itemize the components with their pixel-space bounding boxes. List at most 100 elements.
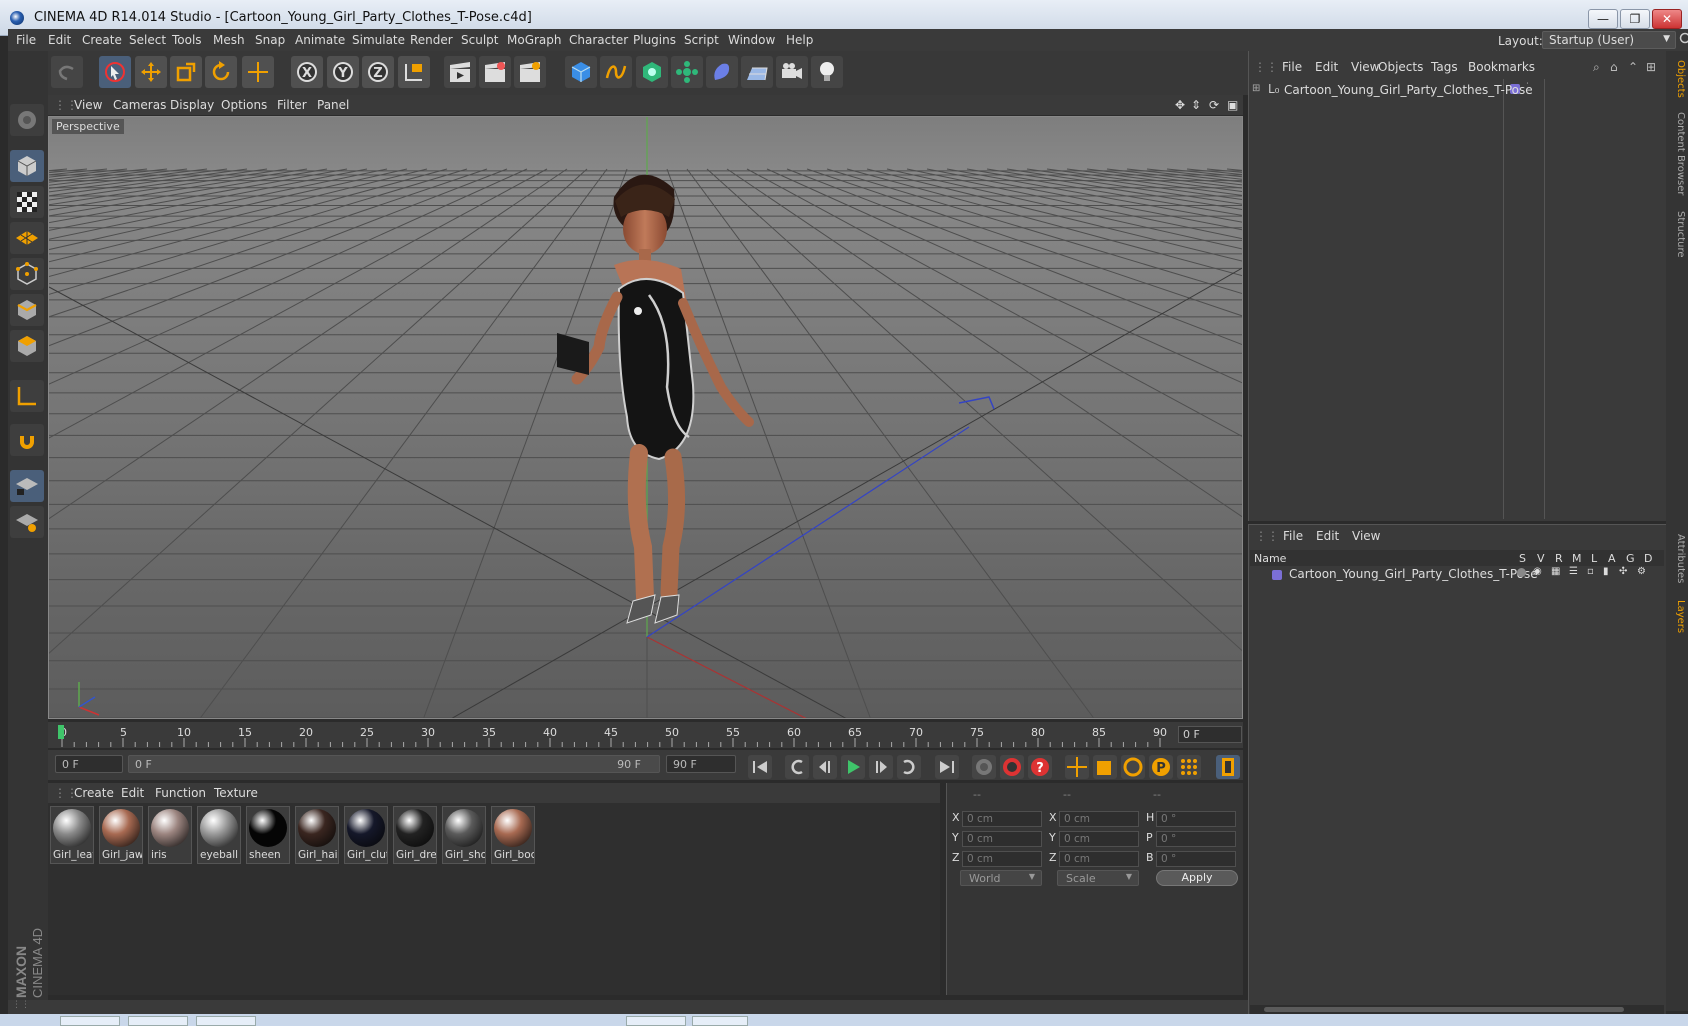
- coord-mode-select[interactable]: Scale ▼: [1057, 870, 1139, 886]
- material-menu-function[interactable]: Function: [155, 786, 206, 800]
- viewport-zoom-icon[interactable]: ⇕: [1191, 98, 1201, 112]
- drag-handle-icon[interactable]: ⋮⋮: [1255, 529, 1279, 543]
- timeline-ruler[interactable]: 0 5 10 15 20 25 30 35 40 45 50 55 60 65 …: [48, 722, 1243, 748]
- manager-toggle-icon[interactable]: ☰: [1569, 566, 1578, 577]
- workplane-lock-button[interactable]: [10, 470, 44, 502]
- key-parameter-button[interactable]: P: [1149, 755, 1173, 779]
- eye-icon[interactable]: ◉: [1533, 566, 1542, 577]
- new-panel-icon[interactable]: ⊞: [1646, 60, 1656, 74]
- menu-character[interactable]: Character: [569, 33, 628, 47]
- auto-keying-button[interactable]: [1000, 755, 1024, 779]
- material-swatch[interactable]: Girl_leat: [50, 806, 94, 864]
- layer-menu-file[interactable]: File: [1283, 529, 1303, 543]
- position-field[interactable]: 0 cm: [962, 851, 1042, 867]
- taskbar-item[interactable]: [626, 1016, 686, 1026]
- points-mode-button[interactable]: [10, 258, 44, 290]
- menu-snap[interactable]: Snap: [255, 33, 285, 47]
- object-name[interactable]: Cartoon_Young_Girl_Party_Clothes_T-Pose: [1284, 83, 1533, 97]
- close-button[interactable]: ✕: [1652, 9, 1682, 29]
- menu-plugins[interactable]: Plugins: [633, 33, 676, 47]
- side-tab-attributes[interactable]: Attributes: [1668, 529, 1686, 589]
- material-swatch[interactable]: Girl_boc: [491, 806, 535, 864]
- menu-select[interactable]: Select: [129, 33, 166, 47]
- material-menu-texture[interactable]: Texture: [214, 786, 258, 800]
- menu-help[interactable]: Help: [786, 33, 813, 47]
- y-axis-lock-button[interactable]: Y: [327, 56, 359, 88]
- menu-edit[interactable]: Edit: [48, 33, 71, 47]
- side-tab-objects[interactable]: Objects: [1668, 57, 1686, 101]
- object-menu-objects[interactable]: Objects: [1378, 60, 1423, 74]
- minimize-button[interactable]: —: [1588, 9, 1618, 29]
- layer-horizontal-scrollbar[interactable]: [1250, 1005, 1664, 1014]
- deformer-toggle-icon[interactable]: ⚙: [1637, 566, 1646, 577]
- menu-sculpt[interactable]: Sculpt: [461, 33, 498, 47]
- drag-handle-icon[interactable]: ⋮⋮: [1254, 60, 1278, 74]
- taskbar-item[interactable]: [692, 1016, 748, 1026]
- viewport-menu-view[interactable]: View: [74, 98, 102, 112]
- play-button[interactable]: [841, 755, 865, 779]
- add-cube-button[interactable]: [565, 56, 597, 88]
- snap-toggle-button[interactable]: [10, 424, 44, 456]
- make-editable-button[interactable]: [10, 104, 44, 136]
- menu-create[interactable]: Create: [82, 33, 122, 47]
- solo-toggle-icon[interactable]: [1517, 568, 1526, 577]
- viewport-maximize-icon[interactable]: ▣: [1227, 98, 1238, 112]
- go-to-end-button[interactable]: [935, 755, 959, 779]
- layer-col-view[interactable]: V: [1537, 552, 1545, 565]
- polygons-mode-button[interactable]: [10, 330, 44, 362]
- add-nurbs-button[interactable]: [636, 56, 668, 88]
- texture-mode-button[interactable]: [10, 186, 44, 218]
- add-deformer-button[interactable]: [706, 56, 738, 88]
- previous-frame-button[interactable]: [813, 755, 837, 779]
- render-picture-viewer-button[interactable]: [479, 56, 511, 88]
- add-light-button[interactable]: [811, 56, 843, 88]
- menu-simulate[interactable]: Simulate: [352, 33, 405, 47]
- layer-name[interactable]: Cartoon_Young_Girl_Party_Clothes_T-Pose: [1289, 567, 1538, 581]
- render-toggle-icon[interactable]: ▦: [1551, 566, 1560, 577]
- apply-button[interactable]: Apply: [1156, 870, 1238, 886]
- viewport-menu-filter[interactable]: Filter: [277, 98, 307, 112]
- live-selection-button[interactable]: [99, 56, 131, 88]
- material-menu-create[interactable]: Create: [74, 786, 114, 800]
- start-frame-field[interactable]: 0 F: [55, 755, 123, 773]
- go-to-start-button[interactable]: [748, 755, 772, 779]
- x-axis-lock-button[interactable]: X: [291, 56, 323, 88]
- rotation-field[interactable]: 0 °: [1156, 811, 1236, 827]
- keyframe-selection-button[interactable]: ?: [1028, 755, 1052, 779]
- layer-col-solo[interactable]: S: [1519, 552, 1526, 565]
- coord-space-select[interactable]: World ▼: [960, 870, 1042, 886]
- layer-col-generators[interactable]: G: [1626, 552, 1635, 565]
- search-icon[interactable]: ⌕: [1593, 60, 1600, 75]
- layer-col-deformers[interactable]: D: [1644, 552, 1652, 565]
- menu-window[interactable]: Window: [728, 33, 775, 47]
- next-key-button[interactable]: [897, 755, 921, 779]
- layer-col-render[interactable]: R: [1555, 552, 1563, 565]
- frame-range-slider[interactable]: 0 F 90 F: [128, 755, 660, 773]
- rotation-field[interactable]: 0 °: [1156, 831, 1236, 847]
- menu-file[interactable]: File: [16, 33, 36, 47]
- quantize-button[interactable]: [10, 506, 44, 538]
- animation-toggle-icon[interactable]: ▮: [1603, 566, 1609, 577]
- render-view-button[interactable]: [444, 56, 476, 88]
- workplane-mode-button[interactable]: [10, 222, 44, 254]
- add-floor-button[interactable]: [741, 56, 773, 88]
- viewport-menu-panel[interactable]: Panel: [317, 98, 349, 112]
- material-swatch[interactable]: Girl_hair: [295, 806, 339, 864]
- add-array-button[interactable]: [671, 56, 703, 88]
- viewport-menu-cameras[interactable]: Cameras: [113, 98, 166, 112]
- end-frame-field[interactable]: 90 F: [666, 755, 736, 773]
- material-swatch[interactable]: eyeball: [197, 806, 241, 864]
- render-settings-button[interactable]: [514, 56, 546, 88]
- model-mode-button[interactable]: [10, 150, 44, 182]
- key-rotation-button[interactable]: [1121, 755, 1145, 779]
- expand-icon[interactable]: ⊞: [1252, 83, 1260, 94]
- side-tab-layers[interactable]: Layers: [1668, 597, 1686, 637]
- edges-mode-button[interactable]: [10, 294, 44, 326]
- z-axis-lock-button[interactable]: Z: [362, 56, 394, 88]
- record-keys-button[interactable]: [972, 755, 996, 779]
- viewport-menu-display[interactable]: Display: [170, 98, 214, 112]
- scale-tool-button[interactable]: [170, 56, 202, 88]
- size-field[interactable]: 0 cm: [1059, 851, 1139, 867]
- material-swatch[interactable]: Girl_jaw: [99, 806, 143, 864]
- generator-toggle-icon[interactable]: ✣: [1619, 566, 1627, 577]
